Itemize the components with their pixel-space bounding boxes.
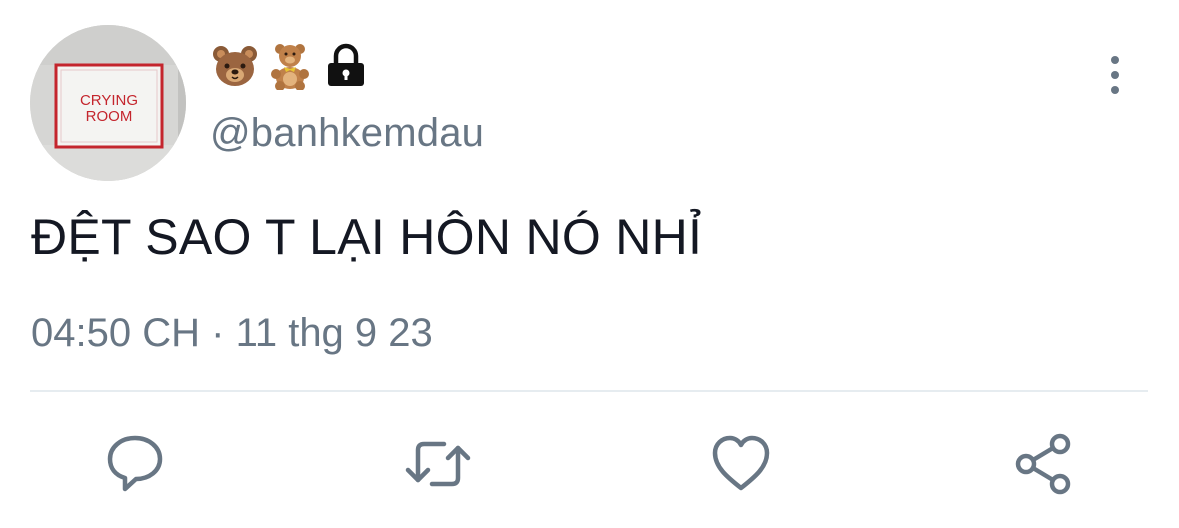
tweet-timestamp[interactable]: 04:50 CH · 11 thg 9 23: [31, 308, 433, 358]
like-button[interactable]: [709, 432, 773, 496]
reply-icon: [107, 435, 163, 492]
like-icon: [712, 435, 770, 491]
retweet-icon: [405, 441, 471, 487]
tweet-text: ĐỆT SAO T LẠI HÔN NÓ NHỈ: [31, 209, 703, 265]
avatar-image: CRYING ROOM: [30, 25, 186, 181]
lock-icon: [324, 42, 368, 90]
divider: [30, 390, 1148, 392]
share-button[interactable]: [1012, 432, 1076, 496]
more-options-button[interactable]: [1100, 54, 1130, 98]
more-vertical-icon: [1111, 56, 1119, 94]
tweet-time: 04:50 CH: [31, 311, 200, 355]
timestamp-separator: ·: [211, 311, 225, 355]
avatar-sign-line2: ROOM: [86, 108, 133, 125]
avatar-sign-line1: CRYING: [80, 92, 138, 109]
retweet-button[interactable]: [404, 432, 472, 496]
avatar[interactable]: CRYING ROOM: [30, 25, 186, 181]
tweet-detail: CRYING ROOM @banhkemdau ĐỆT SAO T LẠI HÔ…: [0, 0, 1179, 528]
teddy-bear-icon: [268, 42, 312, 91]
display-name[interactable]: [212, 42, 368, 91]
bear-face-icon: [212, 42, 257, 90]
tweet-date: 11 thg 9 23: [235, 311, 433, 355]
user-handle[interactable]: @banhkemdau: [210, 108, 484, 158]
share-icon: [1015, 433, 1071, 495]
reply-button[interactable]: [103, 432, 167, 496]
